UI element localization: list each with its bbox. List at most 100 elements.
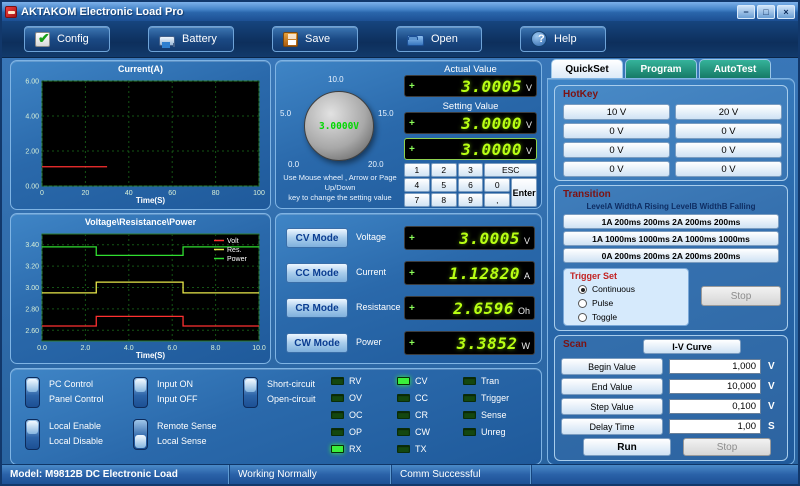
- battery-button[interactable]: Battery: [148, 26, 234, 52]
- key-1[interactable]: 1: [404, 163, 430, 177]
- save-label: Save: [305, 33, 331, 45]
- cv-mode-button[interactable]: CV Mode: [286, 228, 348, 248]
- key-2[interactable]: 2: [430, 163, 457, 177]
- hotkey-button-3[interactable]: 0 V: [563, 123, 670, 139]
- delay-time-field[interactable]: 1,00: [669, 419, 761, 434]
- help-icon: [531, 31, 547, 47]
- titlebar: AKTAKOM Electronic Load Pro − □ ×: [2, 2, 798, 21]
- setting-hint: Use Mouse wheel , Arrow or Page Up/Down …: [283, 173, 397, 202]
- status-filler: [532, 465, 798, 484]
- end-value-label: End Value: [561, 378, 663, 395]
- key-0[interactable]: 0: [484, 178, 511, 192]
- vrp-chart: 0.0 2.0 4.0 6.0 8.0 10.0 3.40 3.20 3.00 2.80 2.60 T…: [25, 233, 266, 360]
- transition-preset-1[interactable]: 1A 200ms 200ms 2A 200ms 200ms: [563, 214, 779, 229]
- pc-control-toggle[interactable]: [25, 377, 40, 408]
- config-button[interactable]: Config: [24, 26, 110, 52]
- trigger-continuous-option[interactable]: Continuous: [578, 284, 635, 294]
- indicator-tran: Tran: [463, 376, 499, 386]
- end-value-field[interactable]: 10,000: [669, 379, 761, 394]
- svg-text:Power: Power: [227, 256, 248, 263]
- begin-value-field[interactable]: 1,000: [669, 359, 761, 374]
- key-esc[interactable]: ESC: [484, 163, 537, 177]
- indicator-tx: TX: [397, 444, 427, 454]
- step-value-field[interactable]: 0,100: [669, 399, 761, 414]
- radio-icon[interactable]: [578, 298, 587, 308]
- config-label: Config: [57, 33, 89, 45]
- cw-mode-button[interactable]: CW Mode: [286, 333, 348, 353]
- current-label: Current: [356, 267, 387, 277]
- key-enter[interactable]: Enter: [511, 178, 537, 207]
- svg-text:8.0: 8.0: [211, 345, 221, 352]
- cr-mode-button[interactable]: CR Mode: [286, 298, 348, 318]
- hotkey-button-5[interactable]: 0 V: [563, 142, 670, 158]
- run-button[interactable]: Run: [583, 438, 671, 456]
- modes-panel: CV Mode Voltage + 3.0005 V CC Mode Curre…: [275, 213, 542, 364]
- transition-title: Transition: [563, 189, 611, 200]
- value-entry-display[interactable]: + 3.0000 V: [404, 138, 537, 160]
- key-6[interactable]: 6: [457, 178, 484, 192]
- key-7[interactable]: 7: [404, 193, 430, 207]
- maximize-button[interactable]: □: [757, 4, 775, 19]
- setting-knob[interactable]: 3.0000V: [304, 91, 374, 161]
- indicator-rv: RV: [331, 376, 361, 386]
- hotkey-button-2[interactable]: 20 V: [675, 104, 782, 120]
- key-8[interactable]: 8: [430, 193, 457, 207]
- key-4[interactable]: 4: [404, 178, 430, 192]
- key-5[interactable]: 5: [430, 178, 457, 192]
- key-9[interactable]: 9: [457, 193, 484, 207]
- transition-preset-3[interactable]: 0A 200ms 200ms 2A 200ms 200ms: [563, 248, 779, 263]
- close-button[interactable]: ×: [777, 4, 795, 19]
- local-enable-toggle[interactable]: [25, 419, 40, 450]
- indicator-unreg: Unreg: [463, 427, 506, 437]
- setting-panel: 0.0 5.0 10.0 15.0 20.0 3.0000V Use Mouse…: [275, 60, 542, 209]
- voltage-display: + 3.0005 V: [404, 226, 535, 250]
- hotkey-button-7[interactable]: 0 V: [563, 161, 670, 177]
- svg-text:0.00: 0.00: [25, 184, 39, 191]
- trigger-pulse-option[interactable]: Pulse: [578, 298, 613, 308]
- svg-text:2.60: 2.60: [25, 328, 39, 335]
- trigger-toggle-option[interactable]: Toggle: [578, 312, 617, 322]
- tab-program[interactable]: Program: [625, 59, 697, 78]
- transition-stop-button[interactable]: Stop: [701, 286, 781, 306]
- short-circuit-toggle[interactable]: [243, 377, 258, 408]
- scan-stop-button[interactable]: Stop: [683, 438, 771, 456]
- hotkey-button-6[interactable]: 0 V: [675, 142, 782, 158]
- remote-sense-toggle[interactable]: [133, 419, 148, 450]
- key-comma[interactable]: ,: [484, 193, 511, 207]
- save-button[interactable]: Save: [272, 26, 358, 52]
- help-button[interactable]: Help: [520, 26, 606, 52]
- minimize-button[interactable]: −: [737, 4, 755, 19]
- tab-quickset[interactable]: QuickSet: [551, 59, 623, 78]
- cc-mode-button[interactable]: CC Mode: [286, 263, 348, 283]
- trigger-set-box: Trigger Set Continuous Pulse Toggle: [563, 268, 689, 326]
- scan-title: Scan: [563, 339, 587, 350]
- rv-led: [331, 377, 344, 385]
- radio-icon[interactable]: [578, 312, 587, 322]
- knob-tick-0: 0.0: [288, 160, 300, 169]
- radio-icon[interactable]: [578, 284, 587, 294]
- app-window: AKTAKOM Electronic Load Pro − □ × Config…: [0, 0, 800, 486]
- setting-value-display: + 3.0000 V: [404, 112, 537, 134]
- indicator-trigger: Trigger: [463, 393, 509, 403]
- help-label: Help: [554, 33, 577, 45]
- iv-curve-button[interactable]: I-V Curve: [643, 339, 741, 354]
- open-button[interactable]: Open: [396, 26, 482, 52]
- hotkey-button-8[interactable]: 0 V: [675, 161, 782, 177]
- open-folder-icon: [407, 35, 424, 46]
- input-on-off-toggle[interactable]: [133, 377, 148, 408]
- window-controls: − □ ×: [737, 4, 795, 19]
- transition-preset-2[interactable]: 1A 1000ms 1000ms 2A 1000ms 1000ms: [563, 231, 779, 246]
- hotkey-title: HotKey: [563, 89, 599, 100]
- hotkey-button-4[interactable]: 0 V: [675, 123, 782, 139]
- current-chart: 0 20 40 60 80 100 6.00 4.00 2.00 0.00 Time(S): [25, 79, 265, 206]
- oc-led: [331, 411, 344, 419]
- cc-led: [397, 394, 410, 402]
- hotkey-button-1[interactable]: 10 V: [563, 104, 670, 120]
- svg-text:6.00: 6.00: [25, 79, 39, 86]
- key-3[interactable]: 3: [457, 163, 484, 177]
- svg-text:0: 0: [40, 190, 44, 197]
- tab-autotest[interactable]: AutoTest: [699, 59, 771, 78]
- svg-text:2.0: 2.0: [81, 345, 91, 352]
- save-icon: [283, 31, 298, 47]
- svg-text:6.0: 6.0: [167, 345, 177, 352]
